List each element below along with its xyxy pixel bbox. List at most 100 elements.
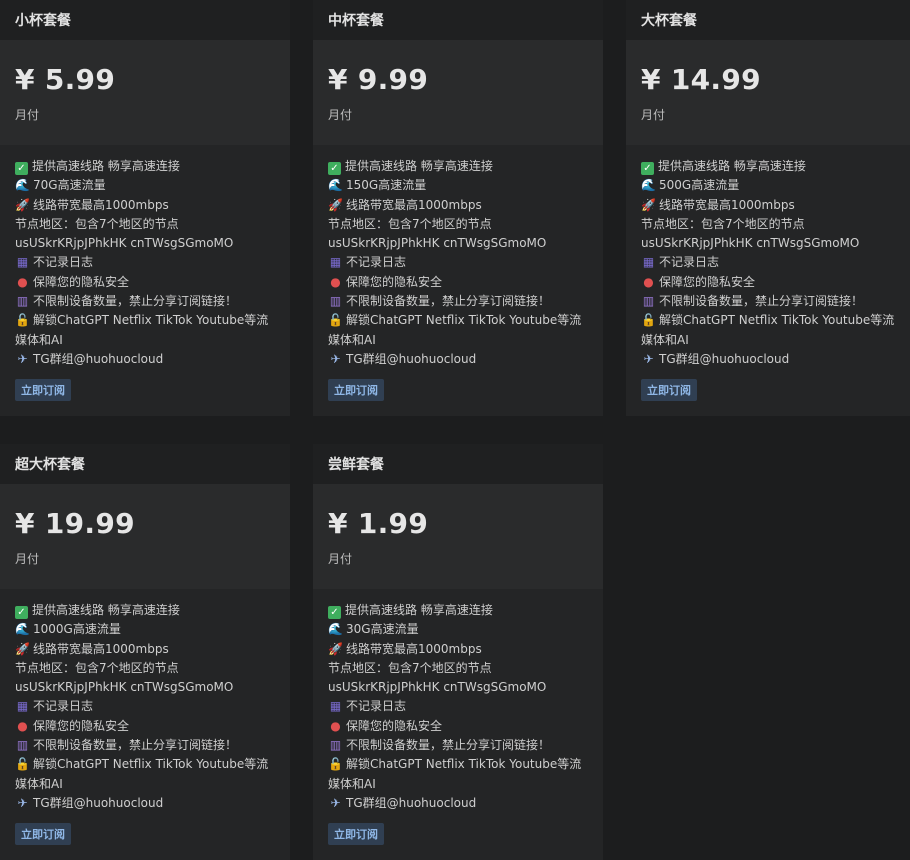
rocket-icon: 🚀 [328, 641, 343, 656]
shield-icon: ● [17, 274, 28, 289]
plane-icon: ✈ [330, 795, 341, 810]
plan-period: 月付 [641, 108, 666, 122]
feature-item: 🚀 线路带宽最高1000mbps [641, 196, 901, 215]
price-block: ¥ 5.99 月付 [0, 40, 290, 145]
feature-item: 🚀 线路带宽最高1000mbps [15, 640, 275, 659]
feature-item: ● 保障您的隐私安全 [641, 273, 901, 292]
feature-item: ▥ 不限制设备数量，禁止分享订阅链接！ [15, 736, 275, 755]
feature-item: 节点地区：包含7个地区的节点 [328, 216, 492, 231]
feature-item: ✈ TG群组@huohuocloud [15, 794, 275, 813]
log-icon: ▦ [16, 255, 29, 270]
wave-icon: 🌊 [641, 178, 656, 193]
wave-icon: 🌊 [328, 622, 343, 637]
feature-item: 🔓 解锁ChatGPT Netflix TikTok Youtube等流媒体和AI [15, 313, 269, 347]
plan-name: 中杯套餐 [313, 0, 603, 40]
feature-item: ✓ 提供高速线路 畅享高速连接 [15, 157, 275, 176]
feature-item: ● 保障您的隐私安全 [328, 273, 588, 292]
log-icon: ▦ [642, 255, 655, 270]
shield-icon: ● [17, 718, 28, 733]
feature-list: ✓ 提供高速线路 畅享高速连接 🌊 70G高速流量 🚀 线路带宽最高1000mbps … [0, 145, 290, 369]
feature-item: ▥ 不限制设备数量，禁止分享订阅链接！ [328, 736, 588, 755]
price-block: ¥ 1.99 月付 [313, 484, 603, 589]
feature-list: ✓ 提供高速线路 畅享高速连接 🌊 1000G高速流量 🚀 线路带宽最高1000mbp… [0, 589, 290, 813]
wave-icon: 🌊 [15, 622, 30, 637]
feature-item: 🌊 70G高速流量 [15, 176, 275, 195]
feature-item: 🚀 线路带宽最高1000mbps [15, 196, 275, 215]
price-block: ¥ 14.99 月付 [626, 40, 910, 145]
plane-icon: ✈ [643, 351, 654, 366]
log-icon: ▦ [329, 255, 342, 270]
rocket-icon: 🚀 [641, 197, 656, 212]
device-icon: ▥ [642, 294, 655, 309]
feature-item: 🚀 线路带宽最高1000mbps [328, 196, 588, 215]
plan-period: 月付 [15, 552, 40, 566]
subscribe-button[interactable]: 立即订阅 [15, 823, 71, 846]
plan-period: 月付 [328, 552, 353, 566]
feature-item: ▥ 不限制设备数量，禁止分享订阅链接！ [328, 292, 588, 311]
device-icon: ▥ [329, 738, 342, 753]
feature-list: ✓ 提供高速线路 畅享高速连接 🌊 500G高速流量 🚀 线路带宽最高1000mbps… [626, 145, 910, 369]
feature-item: 🔓 解锁ChatGPT Netflix TikTok Youtube等流媒体和AI [328, 757, 582, 791]
feature-item: 🚀 线路带宽最高1000mbps [328, 640, 588, 659]
plan-name: 尝鲜套餐 [313, 444, 603, 484]
plans-grid: 小杯套餐 ¥ 5.99 月付 ✓ 提供高速线路 畅享高速连接 🌊 70G高速流量 🚀… [0, 0, 910, 860]
feature-item: usUSkrKRjpJPhkHK cnTWsgSGmoMO [328, 680, 547, 695]
rocket-icon: 🚀 [15, 197, 30, 212]
feature-item: ▦ 不记录日志 [328, 697, 588, 716]
feature-item: ✈ TG群组@huohuocloud [15, 350, 275, 369]
subscribe-button[interactable]: 立即订阅 [328, 823, 384, 846]
feature-item: ▥ 不限制设备数量，禁止分享订阅链接！ [15, 292, 275, 311]
feature-item: 🔓 解锁ChatGPT Netflix TikTok Youtube等流媒体和AI [328, 313, 582, 347]
plan-period: 月付 [328, 108, 353, 122]
plan-price: ¥ 5.99 [15, 63, 116, 96]
plan-card: 小杯套餐 ¥ 5.99 月付 ✓ 提供高速线路 畅享高速连接 🌊 70G高速流量 🚀… [0, 0, 290, 416]
feature-item: usUSkrKRjpJPhkHK cnTWsgSGmoMO [15, 680, 234, 695]
check-icon: ✓ [641, 162, 654, 175]
feature-item: usUSkrKRjpJPhkHK cnTWsgSGmoMO [15, 236, 234, 251]
feature-item: ● 保障您的隐私安全 [15, 273, 275, 292]
shield-icon: ● [330, 718, 341, 733]
check-icon: ✓ [15, 606, 28, 619]
device-icon: ▥ [16, 738, 29, 753]
wave-icon: 🌊 [15, 178, 30, 193]
rocket-icon: 🚀 [15, 641, 30, 656]
price-block: ¥ 9.99 月付 [313, 40, 603, 145]
subscribe-button[interactable]: 立即订阅 [15, 379, 71, 402]
unlock-icon: 🔓 [328, 757, 343, 772]
feature-item: 🌊 150G高速流量 [328, 176, 588, 195]
feature-item: ✓ 提供高速线路 畅享高速连接 [641, 157, 901, 176]
subscribe-button[interactable]: 立即订阅 [328, 379, 384, 402]
plan-card: 尝鲜套餐 ¥ 1.99 月付 ✓ 提供高速线路 畅享高速连接 🌊 30G高速流量 🚀… [313, 444, 603, 860]
device-icon: ▥ [329, 294, 342, 309]
feature-item: ✓ 提供高速线路 畅享高速连接 [328, 157, 588, 176]
feature-item: 🌊 1000G高速流量 [15, 620, 275, 639]
unlock-icon: 🔓 [15, 313, 30, 328]
plan-price: ¥ 19.99 [15, 507, 135, 540]
plan-card: 大杯套餐 ¥ 14.99 月付 ✓ 提供高速线路 畅享高速连接 🌊 500G高速流量… [626, 0, 910, 416]
plane-icon: ✈ [17, 351, 28, 366]
check-icon: ✓ [15, 162, 28, 175]
feature-item: ✓ 提供高速线路 畅享高速连接 [15, 601, 275, 620]
feature-item: 🌊 30G高速流量 [328, 620, 588, 639]
plan-name: 小杯套餐 [0, 0, 290, 40]
plan-price: ¥ 14.99 [641, 63, 761, 96]
plan-price: ¥ 9.99 [328, 63, 429, 96]
feature-item: usUSkrKRjpJPhkHK cnTWsgSGmoMO [328, 236, 547, 251]
plan-name: 大杯套餐 [626, 0, 910, 40]
device-icon: ▥ [16, 294, 29, 309]
plan-card: 超大杯套餐 ¥ 19.99 月付 ✓ 提供高速线路 畅享高速连接 🌊 1000G高速… [0, 444, 290, 860]
log-icon: ▦ [16, 699, 29, 714]
feature-item: ● 保障您的隐私安全 [328, 717, 588, 736]
feature-item: 🔓 解锁ChatGPT Netflix TikTok Youtube等流媒体和AI [15, 757, 269, 791]
unlock-icon: 🔓 [641, 313, 656, 328]
feature-item: 🌊 500G高速流量 [641, 176, 901, 195]
plan-name: 超大杯套餐 [0, 444, 290, 484]
feature-item: usUSkrKRjpJPhkHK cnTWsgSGmoMO [641, 236, 860, 251]
price-block: ¥ 19.99 月付 [0, 484, 290, 589]
feature-item: ▦ 不记录日志 [641, 253, 901, 272]
plan-card: 中杯套餐 ¥ 9.99 月付 ✓ 提供高速线路 畅享高速连接 🌊 150G高速流量 … [313, 0, 603, 416]
shield-icon: ● [330, 274, 341, 289]
log-icon: ▦ [329, 699, 342, 714]
subscribe-button[interactable]: 立即订阅 [641, 379, 697, 402]
plan-price: ¥ 1.99 [328, 507, 429, 540]
